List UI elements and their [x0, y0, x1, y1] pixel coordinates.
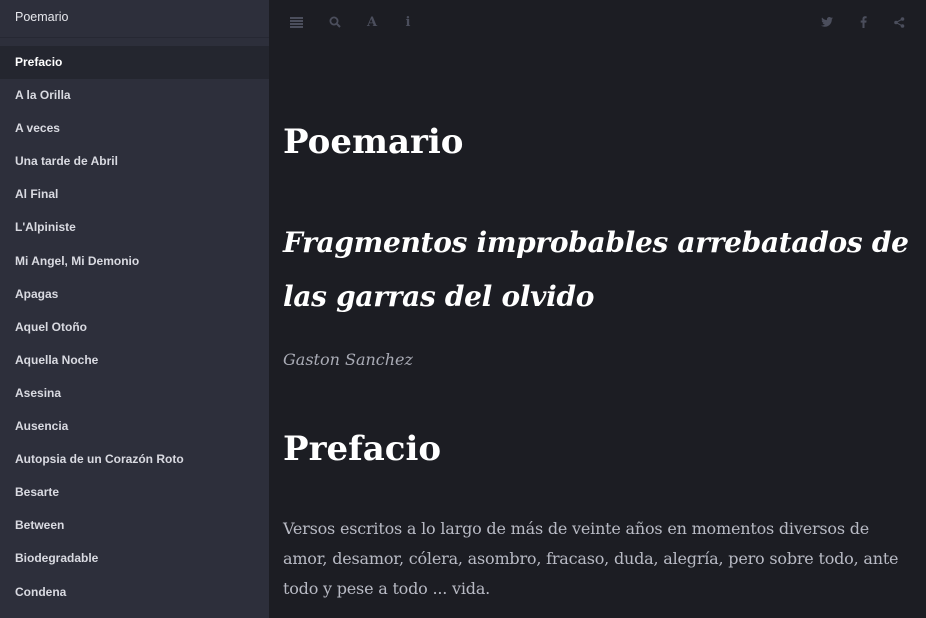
facebook-icon[interactable]: [853, 12, 873, 32]
font-settings-icon[interactable]: A: [362, 12, 382, 32]
sidebar-item-asesina[interactable]: Asesina: [0, 377, 269, 410]
book-title: Poemario: [283, 122, 464, 162]
share-icon[interactable]: [889, 12, 909, 32]
toolbar: A i: [269, 0, 926, 44]
search-icon[interactable]: [325, 12, 345, 32]
sidebar-item-ausencia[interactable]: Ausencia: [0, 410, 269, 443]
sidebar-item-besarte[interactable]: Besarte: [0, 476, 269, 509]
sidebar-item-lalpiniste[interactable]: L'Alpiniste: [0, 211, 269, 244]
sidebar-title[interactable]: Poemario: [0, 0, 269, 38]
twitter-icon[interactable]: [817, 12, 837, 32]
sidebar-item-al-final[interactable]: Al Final: [0, 178, 269, 211]
sidebar-item-aquella-noche[interactable]: Aquella Noche: [0, 344, 269, 377]
sidebar-item-prefacio[interactable]: Prefacio: [0, 46, 269, 80]
app-window: Poemario Prefacio A la Orilla A veces Un…: [0, 0, 926, 618]
sidebar-item-a-veces[interactable]: A veces: [0, 112, 269, 145]
sidebar-item-aquel-otono[interactable]: Aquel Otoño: [0, 311, 269, 344]
book-author: Gaston Sanchez: [283, 350, 413, 369]
sidebar-list: Prefacio A la Orilla A veces Una tarde d…: [0, 38, 269, 609]
sidebar-item-a-la-orilla[interactable]: A la Orilla: [0, 79, 269, 112]
sidebar-item-apagas[interactable]: Apagas: [0, 278, 269, 311]
sidebar-item-condena[interactable]: Condena: [0, 576, 269, 609]
chapter-text: Versos escritos a lo largo de más de vei…: [283, 519, 899, 598]
sidebar-item-biodegradable[interactable]: Biodegradable: [0, 542, 269, 575]
sidebar-item-mi-angel-mi-demonio[interactable]: Mi Angel, Mi Demonio: [0, 245, 269, 278]
book-subtitle: Fragmentos improbables arrebatados de la…: [283, 226, 909, 313]
sidebar-item-autopsia[interactable]: Autopsia de un Corazón Roto: [0, 443, 269, 476]
menu-icon[interactable]: [286, 12, 306, 32]
info-icon[interactable]: i: [398, 12, 418, 32]
chapter-title: Prefacio: [283, 429, 442, 469]
sidebar-item-between[interactable]: Between: [0, 509, 269, 542]
sidebar-item-una-tarde-de-abril[interactable]: Una tarde de Abril: [0, 145, 269, 178]
sidebar: Poemario Prefacio A la Orilla A veces Un…: [0, 0, 269, 618]
